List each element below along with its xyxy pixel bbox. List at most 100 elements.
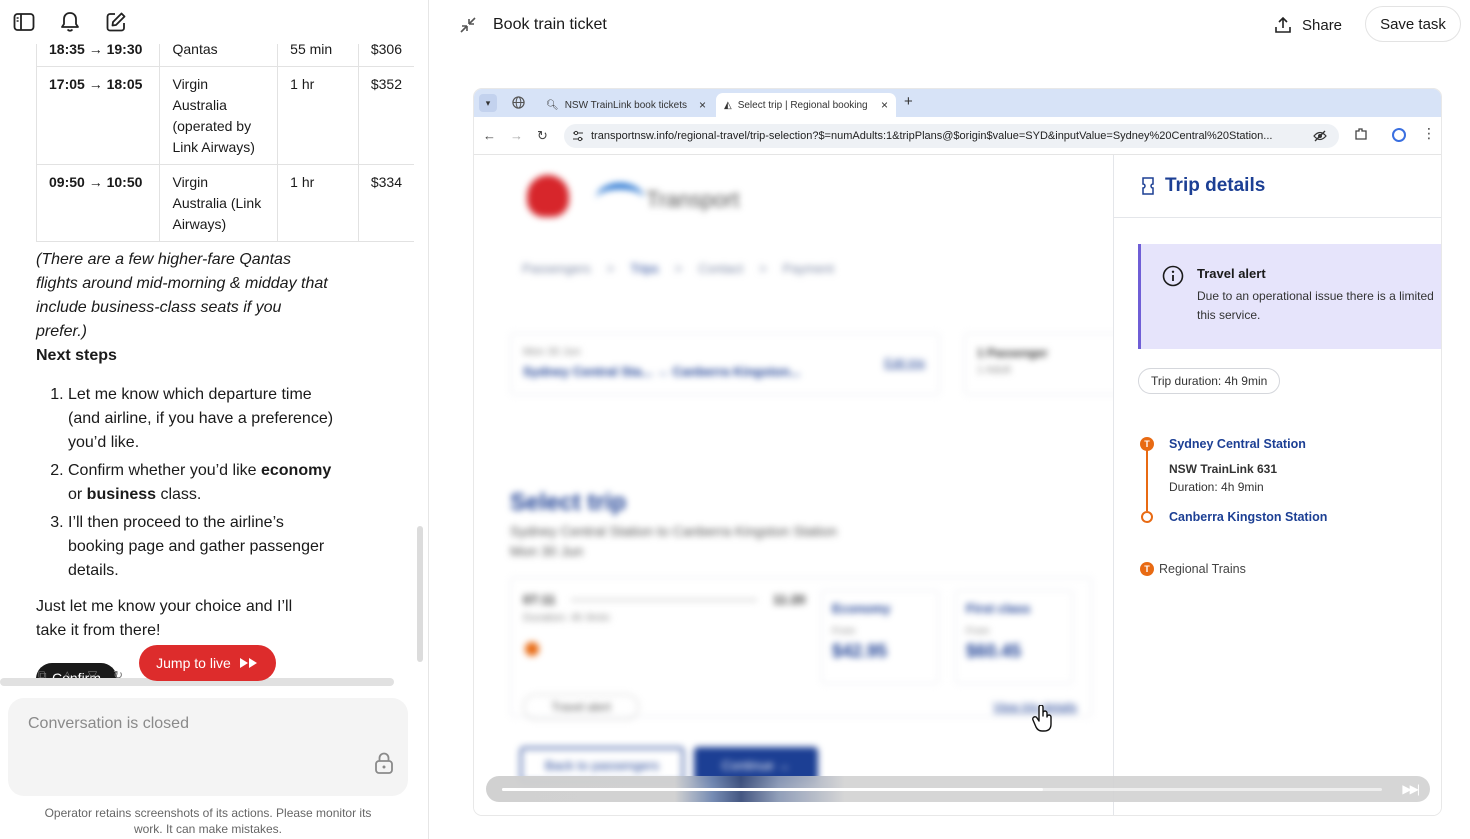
dep-time: 07:11: [523, 592, 556, 607]
search-icon: 🔍︎: [546, 99, 559, 111]
drawer-title: Trip details: [1165, 175, 1266, 196]
fare-from: From: [832, 626, 856, 637]
tab-strip: ▾ 🔍︎ NSW TrainLink book tickets × ◭ Sele…: [474, 89, 1441, 117]
transport-favicon-icon: ◭: [724, 99, 732, 111]
chat-panel: 18:35 → 19:30 Qantas 55 min $306 17:05 →…: [0, 0, 429, 839]
next-steps-list: Let me know which departure time (and ai…: [36, 383, 336, 583]
hand-cursor-icon: [1032, 705, 1052, 732]
edit-trip-link[interactable]: Edit trip: [884, 356, 925, 370]
travel-alert-pill[interactable]: Travel alert: [523, 694, 639, 720]
message-composer[interactable]: Conversation is closed: [8, 698, 408, 796]
flight-airline: Qantas: [159, 44, 279, 67]
destination-station[interactable]: Canberra Kingston Station: [1169, 510, 1327, 524]
more-menu-icon[interactable]: ⋮: [1422, 125, 1436, 142]
skip-to-end-icon[interactable]: ▶▶|: [1402, 782, 1420, 796]
trip-option-card[interactable]: 07:11 11:20 Duration: 4h 9min Economy Fr…: [510, 577, 1092, 720]
transport-logo-arc: [596, 183, 644, 215]
flight-time: 18:35 → 19:30: [35, 44, 161, 67]
top-left-toolbar: [12, 10, 128, 34]
tab-nsw-trainlink[interactable]: 🔍︎ NSW TrainLink book tickets ×: [538, 93, 714, 117]
alert-line: Due to an operational issue there is a l…: [1197, 289, 1434, 303]
jump-label: Jump to live: [156, 655, 231, 671]
crumb-trips: Trips: [630, 261, 659, 276]
save-task-button[interactable]: Save task: [1365, 6, 1461, 42]
new-task-icon[interactable]: [104, 10, 128, 34]
lock-icon: [374, 751, 394, 780]
address-bar-row: ← → ↻ transportnsw.info/regional-travel/…: [474, 117, 1441, 155]
economy-fare[interactable]: Economy From $42.95: [821, 590, 939, 684]
close-icon[interactable]: ×: [881, 98, 888, 112]
crumb-sep: >: [674, 261, 683, 276]
collapse-icon[interactable]: [458, 15, 478, 40]
service-name: NSW TrainLink 631: [1169, 462, 1278, 476]
economy-text: economy: [260, 462, 332, 479]
first-class-fare[interactable]: First class From $60.45: [955, 590, 1073, 684]
arr-time: 11:20: [773, 592, 806, 607]
select-trip-subtitle: Sydney Central Station to Canberra Kings…: [510, 521, 837, 561]
origin-station[interactable]: Sydney Central Station: [1169, 437, 1306, 451]
new-tab-icon[interactable]: +: [904, 93, 913, 110]
url-text: transportnsw.info/regional-travel/trip-s…: [591, 130, 1273, 142]
site-settings-icon[interactable]: [572, 130, 584, 142]
blurred-page-content: Transport Passengers > Trips > Contact >…: [474, 155, 1124, 815]
mode-label: Regional Trains: [1159, 562, 1246, 576]
composer-placeholder: Conversation is closed: [28, 715, 189, 732]
train-mode-icon: T: [1140, 562, 1154, 576]
passenger-type: 1 Adult: [977, 364, 1011, 376]
extensions-icon[interactable]: [1354, 127, 1368, 141]
closing-message: Just let me know your choice and I’ll ta…: [36, 598, 293, 639]
trip-date: Mon 30 Jun: [523, 346, 581, 358]
replay-scrubber[interactable]: ▶▶|: [486, 776, 1430, 802]
flight-duration: 55 min: [277, 44, 359, 67]
next-steps-heading: Next steps: [36, 347, 117, 364]
fare-class: First class: [966, 601, 1031, 616]
ticket-icon: [1142, 177, 1154, 195]
flight-time: 17:05 → 18:05: [35, 66, 161, 165]
tab-search-icon[interactable]: ▾: [479, 94, 497, 112]
share-icon: [1275, 16, 1291, 33]
sidebar-toggle-icon[interactable]: [12, 10, 36, 34]
back-icon[interactable]: ←: [483, 128, 496, 143]
info-icon: [1162, 265, 1184, 287]
browser-window: ▾ 🔍︎ NSW TrainLink book tickets × ◭ Sele…: [474, 89, 1441, 815]
crumb-passengers[interactable]: Passengers: [522, 261, 591, 276]
webpage: Transport Passengers > Trips > Contact >…: [474, 155, 1441, 815]
tab-select-trip[interactable]: ◭ Select trip | Regional booking ×: [716, 93, 896, 117]
chat-scrollbar[interactable]: [417, 526, 423, 662]
disclaimer: Operator retains screenshots of its acti…: [44, 806, 372, 836]
eye-off-icon[interactable]: [1313, 130, 1327, 142]
fast-forward-icon: [239, 658, 257, 668]
table-row: 09:50 → 10:50 Virgin Australia (Link Air…: [35, 164, 414, 242]
flight-price: $306: [357, 44, 414, 67]
route-text: Sydney Central Station to Canberra Kings…: [510, 523, 837, 539]
trip-route: Sydney Central Sta... → Canberra Kingsto…: [523, 364, 801, 379]
fare-class: Economy: [832, 601, 891, 616]
flight-price: $352: [357, 66, 414, 165]
url-field[interactable]: transportnsw.info/regional-travel/trip-s…: [564, 124, 1339, 148]
transport-logo-text: Transport: [646, 187, 740, 212]
flight-airline: Virgin Australia (operated by Link Airwa…: [159, 66, 279, 165]
flight-airline: Virgin Australia (Link Airways): [159, 164, 279, 242]
share-button[interactable]: Share: [1274, 14, 1342, 36]
list-item: Confirm whether you’d like economy or bu…: [68, 459, 336, 507]
alert-line: this service.: [1197, 308, 1261, 322]
nsw-logo: [527, 175, 569, 217]
passenger-count: 1 Passenger: [977, 346, 1048, 360]
table-row: 17:05 → 18:05 Virgin Australia (operated…: [35, 66, 414, 165]
trip-details-drawer: Trip details Travel alert Due to an oper…: [1113, 155, 1441, 815]
bell-icon[interactable]: [58, 10, 82, 34]
route-line: [1146, 449, 1148, 511]
jump-to-live-button[interactable]: Jump to live: [139, 645, 276, 681]
reload-icon[interactable]: ↻: [537, 128, 548, 144]
flights-table: 18:35 → 19:30 Qantas 55 min $306 17:05 →…: [35, 44, 414, 242]
step-text: class.: [156, 486, 202, 503]
profile-icon[interactable]: [1392, 128, 1406, 142]
crumb-contact: Contact: [698, 261, 744, 276]
list-item: Let me know which departure time (and ai…: [68, 383, 336, 455]
close-icon[interactable]: ×: [699, 98, 706, 112]
globe-icon[interactable]: [512, 96, 525, 109]
timeline-bar: [571, 599, 757, 601]
forward-icon[interactable]: →: [510, 128, 523, 143]
service-duration: Duration: 4h 9min: [1169, 480, 1264, 494]
fare-note: (There are a few higher-fare Qantas flig…: [36, 251, 328, 340]
